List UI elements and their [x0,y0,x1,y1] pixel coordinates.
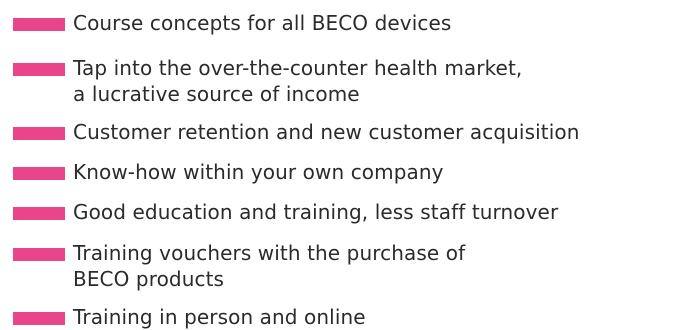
list-item-line: Know-how within your own company [73,160,444,184]
list-item-text: Tap into the over-the-counter health mar… [73,55,522,107]
list-item-line: Tap into the over-the-counter health mar… [73,56,523,80]
list-item-line: a lucrative source of income [73,82,360,106]
list-item-line: Good education and training, less staff … [73,200,559,224]
feature-list: Course concepts for all BECO devices Tap… [0,0,678,329]
list-item-line: Training in person and online [73,305,366,329]
list-item-text: Know-how within your own company [73,159,444,185]
list-item-text: Training vouchers with the purchase of B… [73,240,465,292]
list-item-text: Customer retention and new customer acqu… [73,119,579,145]
bullet-marker [13,312,65,325]
bullet-marker [13,207,65,220]
list-item-text: Good education and training, less staff … [73,199,558,225]
bullet-marker [13,248,65,261]
bullet-marker [13,167,65,180]
list-item-line: Course concepts for all BECO devices [73,11,452,35]
bullet-marker [13,127,65,140]
list-item-text: Course concepts for all BECO devices [73,10,451,36]
list-item-text: Training in person and online [73,304,366,330]
bullet-marker [13,63,65,76]
list-item-line: BECO products [73,267,225,291]
bullet-marker [13,18,65,31]
list-item-line: Customer retention and new customer acqu… [73,120,580,144]
list-item-line: Training vouchers with the purchase of [73,241,466,265]
